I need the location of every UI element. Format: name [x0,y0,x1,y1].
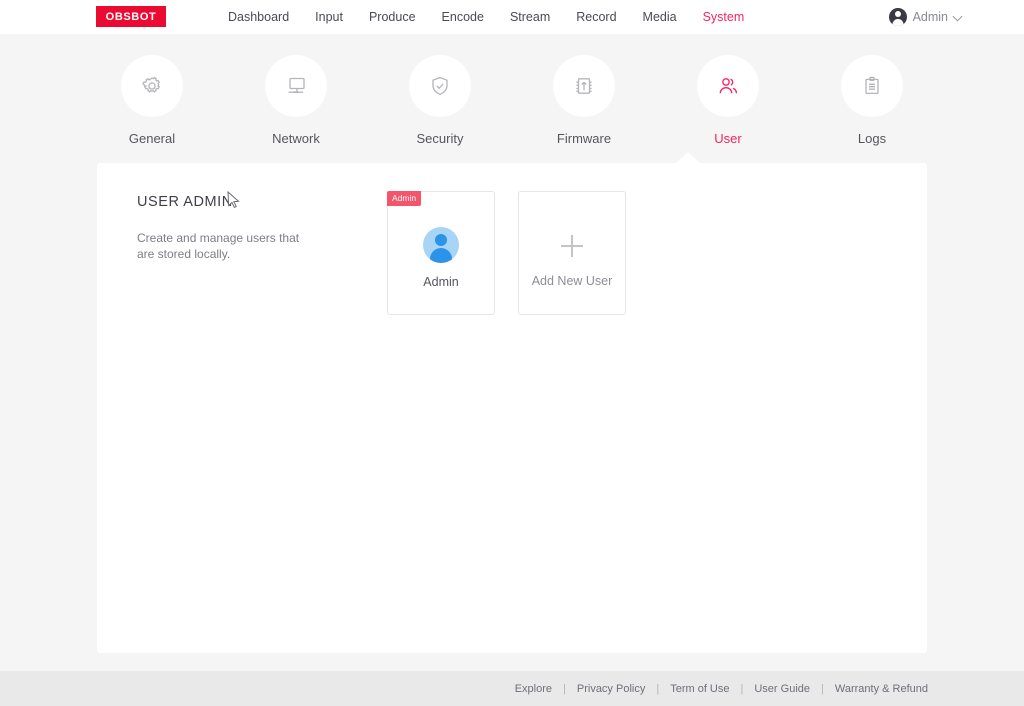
page-description: Create and manage users that are stored … [137,230,317,263]
system-category-tabs: General Network Security [97,55,927,146]
top-header: OBSBOT Dashboard Input Produce Encode St… [0,0,1024,34]
footer-separator: | [563,683,566,695]
page-root: OBSBOT Dashboard Input Produce Encode St… [0,0,1024,706]
page-title: USER ADMIN [137,194,233,210]
category-icon-wrap [265,55,327,117]
category-label-firmware: Firmware [557,131,611,146]
footer-link-term-of-use[interactable]: Term of Use [670,683,729,695]
users-icon [716,74,740,98]
chevron-down-icon [954,13,962,21]
monitor-icon [284,74,308,98]
category-icon-wrap [553,55,615,117]
user-cards-list: Admin Admin Add New User [387,191,626,315]
footer-link-warranty-refund[interactable]: Warranty & Refund [835,683,928,695]
nav-item-media[interactable]: Media [643,10,677,24]
footer-separator: | [741,683,744,695]
shield-check-icon [428,74,452,98]
category-tab-firmware[interactable]: Firmware [529,55,639,146]
mouse-pointer-icon [227,191,240,208]
footer-link-user-guide[interactable]: User Guide [754,683,810,695]
page-footer: Explore | Privacy Policy | Term of Use |… [0,671,1024,706]
category-tab-user[interactable]: User [673,55,783,146]
category-icon-wrap [841,55,903,117]
category-label-user: User [714,131,741,146]
nav-item-stream[interactable]: Stream [510,10,550,24]
user-card-admin[interactable]: Admin Admin [387,191,495,315]
add-new-user-label: Add New User [532,274,613,288]
nav-item-encode[interactable]: Encode [442,10,484,24]
footer-separator: | [821,683,824,695]
nav-item-system[interactable]: System [703,10,745,24]
footer-link-explore[interactable]: Explore [515,683,552,695]
status-badge: Admin [387,191,421,206]
obsbot-logo[interactable]: OBSBOT [96,6,166,27]
category-tab-network[interactable]: Network [241,55,351,146]
category-icon-wrap [697,55,759,117]
category-tab-logs[interactable]: Logs [817,55,927,146]
clipboard-icon [860,74,884,98]
category-label-general: General [129,131,175,146]
user-card-label: Admin [423,275,458,289]
nav-item-record[interactable]: Record [576,10,616,24]
nav-item-input[interactable]: Input [315,10,343,24]
main-navigation: Dashboard Input Produce Encode Stream Re… [228,0,744,34]
user-circle-icon [889,8,907,26]
footer-link-privacy-policy[interactable]: Privacy Policy [577,683,645,695]
account-name: Admin [913,10,948,24]
user-avatar-icon [423,227,459,263]
account-menu[interactable]: Admin [889,0,962,34]
category-label-logs: Logs [858,131,886,146]
chip-upload-icon [572,74,596,98]
category-tab-security[interactable]: Security [385,55,495,146]
gear-icon [140,74,164,98]
plus-icon [561,235,583,257]
footer-separator: | [656,683,659,695]
category-tab-general[interactable]: General [97,55,207,146]
category-label-network: Network [272,131,320,146]
category-icon-wrap [121,55,183,117]
nav-item-produce[interactable]: Produce [369,10,416,24]
add-new-user-card[interactable]: Add New User [518,191,626,315]
category-icon-wrap [409,55,471,117]
category-label-security: Security [417,131,464,146]
nav-item-dashboard[interactable]: Dashboard [228,10,289,24]
